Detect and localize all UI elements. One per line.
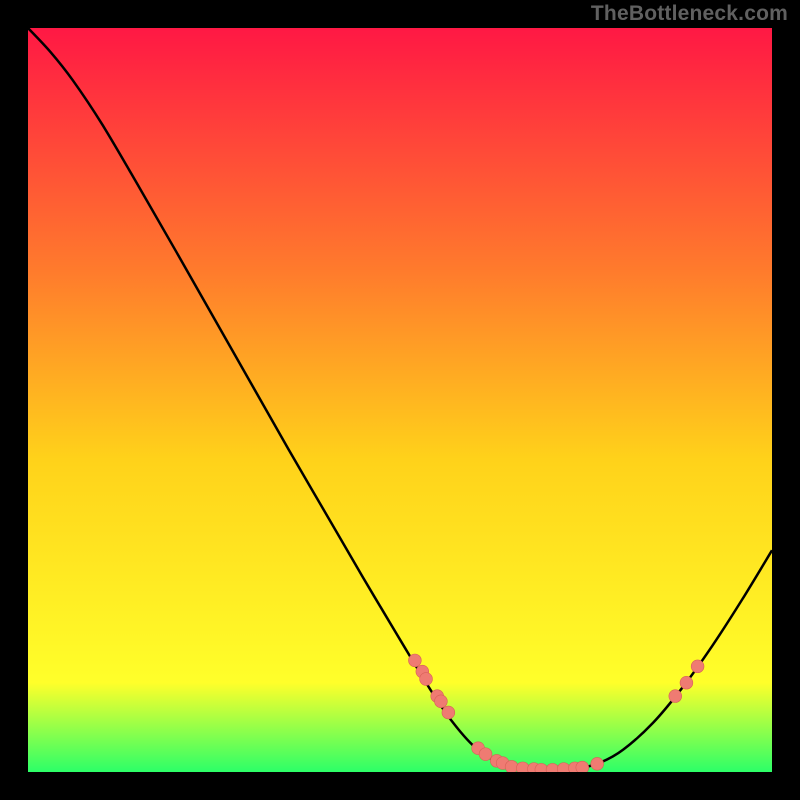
plot-area	[28, 28, 772, 772]
chart-svg	[28, 28, 772, 772]
data-dot	[420, 673, 433, 686]
chart-frame: TheBottleneck.com	[0, 0, 800, 800]
data-dot	[479, 748, 492, 761]
data-dot	[505, 760, 518, 772]
data-dot	[591, 757, 604, 770]
data-dot	[442, 706, 455, 719]
watermark-text: TheBottleneck.com	[591, 2, 788, 26]
gradient-background	[28, 28, 772, 772]
data-dot	[408, 654, 421, 667]
data-dot	[576, 761, 589, 772]
data-dot	[435, 695, 448, 708]
data-dot	[669, 690, 682, 703]
data-dot	[691, 660, 704, 673]
data-dot	[516, 762, 529, 772]
data-dot	[680, 676, 693, 689]
